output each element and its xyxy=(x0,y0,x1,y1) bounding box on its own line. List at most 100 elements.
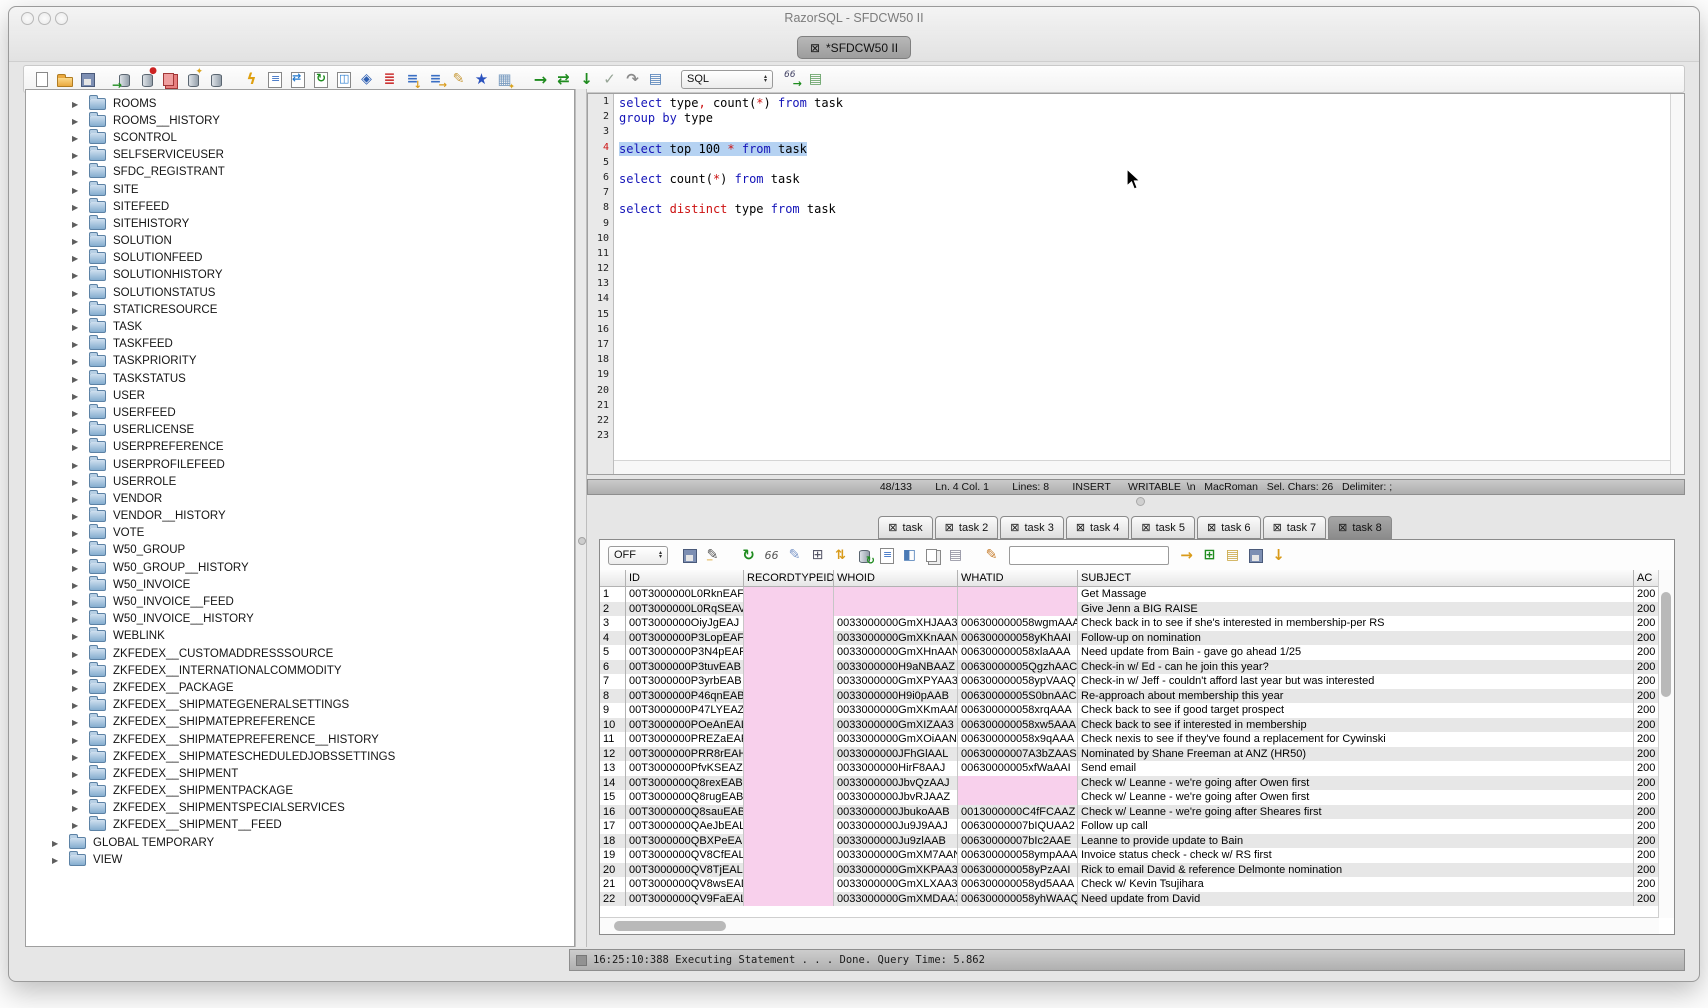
table-row[interactable]: 700T3000000P3yrbEAB0033000000GmXPYAA3006… xyxy=(600,674,1660,689)
expand-arrow-icon[interactable] xyxy=(72,407,84,419)
expand-arrow-icon[interactable] xyxy=(72,321,84,333)
copy-results-icon[interactable] xyxy=(923,546,942,565)
expand-arrow-icon[interactable] xyxy=(52,837,64,849)
tree-item-userfeed[interactable]: USERFEED xyxy=(26,404,574,421)
table-row[interactable]: 1400T3000000Q8rexEAB0033000000JbvQzAAJCh… xyxy=(600,776,1660,791)
tree-item-zkfedex-customaddresssource[interactable]: ZKFEDEX__CUSTOMADDRESSSOURCE xyxy=(26,645,574,662)
sql-code-area[interactable]: select type, count(*) from taskgroup by … xyxy=(614,94,1670,460)
column-header-whoid[interactable]: WHOID xyxy=(834,570,958,587)
table-row[interactable]: 2200T3000000QV9FaEAL0033000000GmXMDAA300… xyxy=(600,892,1660,907)
table-row[interactable]: 1700T3000000QAeJbEAL0033000000Ju9J9AAJ00… xyxy=(600,819,1660,834)
tree-item-zkfedex-shipmentspecialservices[interactable]: ZKFEDEX__SHIPMENTSPECIALSERVICES xyxy=(26,800,574,817)
expand-arrow-icon[interactable] xyxy=(72,441,84,453)
tree-item-w50-invoice-history[interactable]: W50_INVOICE__HISTORY xyxy=(26,611,574,628)
tree-item-zkfedex-shipmentpackage[interactable]: ZKFEDEX__SHIPMENTPACKAGE xyxy=(26,783,574,800)
result-tab-task-7[interactable]: task 7 xyxy=(1263,516,1327,539)
doc-book-icon[interactable] xyxy=(357,70,376,89)
fetch-next-icon[interactable] xyxy=(577,70,596,89)
tree-item-task[interactable]: TASK xyxy=(26,318,574,335)
results-list-icon[interactable] xyxy=(806,70,825,89)
table-row[interactable]: 600T3000000P3tuvEAB0033000000H9aNBAAZ006… xyxy=(600,660,1660,675)
results-vertical-scrollbar[interactable] xyxy=(1658,570,1674,918)
tree-item-zkfedex-shipment-feed[interactable]: ZKFEDEX__SHIPMENT__FEED xyxy=(26,817,574,834)
redo-icon[interactable] xyxy=(623,70,642,89)
table-row[interactable]: 500T3000000P3N4pEAF0033000000GmXHnAAN006… xyxy=(600,645,1660,660)
sql-mode-dropdown[interactable]: SQL xyxy=(681,70,773,89)
expand-arrow-icon[interactable] xyxy=(72,579,84,591)
expand-arrow-icon[interactable] xyxy=(72,630,84,642)
close-tab-icon[interactable] xyxy=(1141,521,1155,534)
expand-arrow-icon[interactable] xyxy=(72,699,84,711)
edit-pointer-icon[interactable] xyxy=(785,546,804,565)
expand-arrow-icon[interactable] xyxy=(72,785,84,797)
expand-arrow-icon[interactable] xyxy=(72,98,84,110)
tree-item-scontrol[interactable]: SCONTROL xyxy=(26,129,574,146)
filter-list-icon[interactable] xyxy=(403,70,422,89)
table-row[interactable]: 1900T3000000QV8CfEAL0033000000GmXM7AAN00… xyxy=(600,848,1660,863)
commit-db-icon[interactable] xyxy=(160,70,179,89)
expand-arrow-icon[interactable] xyxy=(72,166,84,178)
tree-item-site[interactable]: SITE xyxy=(26,181,574,198)
tree-item-vote[interactable]: VOTE xyxy=(26,525,574,542)
tree-item-zkfedex-shipmategeneralsettings[interactable]: ZKFEDEX__SHIPMATEGENERALSETTINGS xyxy=(26,697,574,714)
column-header-whatid[interactable]: WHATID xyxy=(958,570,1078,587)
expand-arrow-icon[interactable] xyxy=(72,149,84,161)
result-tab-task-3[interactable]: task 3 xyxy=(1000,516,1064,539)
view-glasses-icon[interactable] xyxy=(762,546,781,565)
refresh-data-icon[interactable] xyxy=(311,70,330,89)
results-search-input[interactable] xyxy=(1009,546,1169,565)
column-header-ac[interactable]: AC xyxy=(1634,570,1660,587)
close-tab-icon[interactable] xyxy=(1010,521,1024,534)
expand-arrow-icon[interactable] xyxy=(72,132,84,144)
expand-arrow-icon[interactable] xyxy=(72,304,84,316)
tree-item-rooms[interactable]: ROOMS xyxy=(26,95,574,112)
expand-arrow-icon[interactable] xyxy=(72,768,84,780)
tree-item-w50-invoice[interactable]: W50_INVOICE xyxy=(26,576,574,593)
tree-item-taskstatus[interactable]: TASKSTATUS xyxy=(26,370,574,387)
table-row[interactable]: 900T3000000P47LYEAZ0033000000GmXKmAAN006… xyxy=(600,703,1660,718)
tree-item-view[interactable]: VIEW xyxy=(26,851,574,868)
expand-arrow-icon[interactable] xyxy=(72,373,84,385)
expand-arrow-icon[interactable] xyxy=(72,613,84,625)
close-tab-icon[interactable] xyxy=(1076,521,1090,534)
color-list-icon[interactable] xyxy=(380,70,399,89)
expand-arrow-icon[interactable] xyxy=(72,734,84,746)
table-row[interactable]: 2100T3000000QV8wsEAD0033000000GmXLXAA300… xyxy=(600,877,1660,892)
expand-arrow-icon[interactable] xyxy=(72,562,84,574)
tree-item-userpreference[interactable]: USERPREFERENCE xyxy=(26,439,574,456)
tree-item-vendor-history[interactable]: VENDOR__HISTORY xyxy=(26,508,574,525)
tree-item-zkfedex-shipmatescheduledjobssettings[interactable]: ZKFEDEX__SHIPMATESCHEDULEDJOBSSETTINGS xyxy=(26,748,574,765)
new-db-icon[interactable] xyxy=(183,70,202,89)
expand-arrow-icon[interactable] xyxy=(72,269,84,281)
tree-item-sitefeed[interactable]: SITEFEED xyxy=(26,198,574,215)
table-row[interactable]: 1300T3000000PfvKSEAZ0033000000HirF8AAJ00… xyxy=(600,761,1660,776)
close-tab-icon[interactable] xyxy=(1338,521,1352,534)
tree-item-w50-invoice-feed[interactable]: W50_INVOICE__FEED xyxy=(26,593,574,610)
table-row[interactable]: 1100T3000000PREZaEAP0033000000GmXOiAAN00… xyxy=(600,732,1660,747)
expand-arrow-icon[interactable] xyxy=(72,424,84,436)
save-row-icon[interactable] xyxy=(1246,546,1265,565)
close-tab-icon[interactable] xyxy=(888,521,902,534)
result-tab-task-8[interactable]: task 8 xyxy=(1328,516,1392,539)
tree-item-zkfedex-shipmatepreference-history[interactable]: ZKFEDEX__SHIPMATEPREFERENCE__HISTORY xyxy=(26,731,574,748)
tree-item-weblink[interactable]: WEBLINK xyxy=(26,628,574,645)
tree-item-userrole[interactable]: USERROLE xyxy=(26,473,574,490)
table-row[interactable]: 1600T3000000Q8sauEAB0033000000JbukoAAB00… xyxy=(600,805,1660,820)
tree-item-sfdc-registrant[interactable]: SFDC_REGISTRANT xyxy=(26,164,574,181)
tree-item-taskpriority[interactable]: TASKPRIORITY xyxy=(26,353,574,370)
nav-forward-icon[interactable] xyxy=(1177,546,1196,565)
result-tab-task-2[interactable]: task 2 xyxy=(935,516,999,539)
describe-table-icon[interactable] xyxy=(265,70,284,89)
expand-arrow-icon[interactable] xyxy=(72,476,84,488)
expand-arrow-icon[interactable] xyxy=(72,544,84,556)
highlight-pen-icon[interactable] xyxy=(982,546,1001,565)
result-tab-task-6[interactable]: task 6 xyxy=(1197,516,1261,539)
expand-arrow-icon[interactable] xyxy=(72,218,84,230)
expand-arrow-icon[interactable] xyxy=(72,390,84,402)
open-file-icon[interactable] xyxy=(55,70,74,89)
table-row[interactable]: 800T3000000P46qnEAB0033000000H9i0pAAB006… xyxy=(600,689,1660,704)
tree-item-global-temporary[interactable]: GLOBAL TEMPORARY xyxy=(26,834,574,851)
column-header-id[interactable]: ID xyxy=(626,570,744,587)
expand-arrow-icon[interactable] xyxy=(72,459,84,471)
tree-item-userlicense[interactable]: USERLICENSE xyxy=(26,422,574,439)
